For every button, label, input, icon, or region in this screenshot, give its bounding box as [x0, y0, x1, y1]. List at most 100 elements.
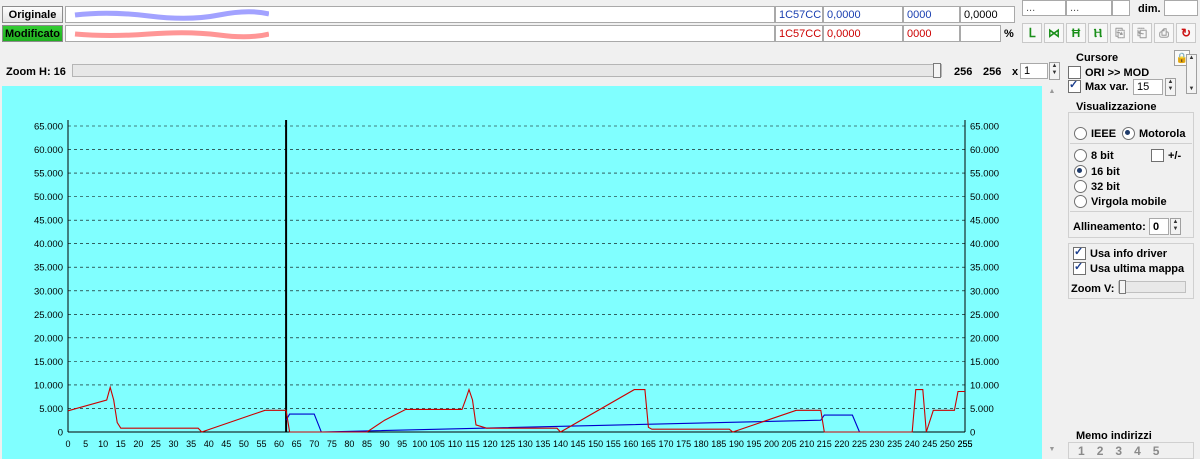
memo-slot-2[interactable]: 2	[1097, 444, 1104, 458]
allineamento-label: Allineamento:	[1073, 221, 1146, 233]
zoom-v-thumb[interactable]	[1119, 280, 1126, 294]
vis-divider-1	[1070, 143, 1192, 144]
x-tick-label: 180	[694, 439, 709, 449]
dual-icon[interactable]: Ⲏ	[1088, 23, 1108, 43]
ori-mod-checkbox[interactable]: ORI >> MOD	[1068, 66, 1149, 79]
import-icon[interactable]: ⎙	[1154, 23, 1174, 43]
max-var-label: Max var.	[1085, 80, 1129, 93]
x-tick-label: 90	[380, 439, 390, 449]
zoom-h-track[interactable]	[72, 63, 942, 78]
bit16-radio[interactable]: 16 bit	[1074, 165, 1120, 178]
top-right-field-1[interactable]: ...	[1022, 0, 1066, 16]
motorola-label: Motorola	[1139, 127, 1186, 140]
paste-icon[interactable]: ⎗	[1132, 23, 1152, 43]
ieee-radio[interactable]: IEEE	[1074, 127, 1116, 140]
y-tick-label-right: 60.000	[970, 145, 999, 156]
x-tick-label: 15	[116, 439, 126, 449]
max-var-spinner[interactable]: ▲ ▼	[1165, 78, 1176, 96]
x-tick-label: 160	[623, 439, 638, 449]
y-tick-label-right: 55.000	[970, 169, 999, 180]
float-radio-dot[interactable]	[1074, 195, 1087, 208]
float-radio[interactable]: Virgola mobile	[1074, 195, 1167, 208]
bit32-radio[interactable]: 32 bit	[1074, 180, 1120, 193]
bit16-radio-dot[interactable]	[1074, 165, 1087, 178]
bit32-label: 32 bit	[1091, 180, 1120, 193]
memo-slot-4[interactable]: 4	[1134, 444, 1141, 458]
scroll-up-icon[interactable]: ▲	[1044, 88, 1060, 100]
sign-check[interactable]	[1151, 149, 1164, 162]
x-tick-label: 40	[204, 439, 214, 449]
memo-slots: 1 2 3 4 5	[1068, 442, 1194, 459]
x-tick-label: 190	[729, 439, 744, 449]
x-tick-label: 130	[518, 439, 533, 449]
refresh-icon[interactable]: ↻	[1176, 23, 1196, 43]
mod-icon[interactable]: ⋈	[1044, 23, 1064, 43]
dim-field[interactable]	[1164, 0, 1198, 16]
ori-icon[interactable]: ᒪ	[1022, 23, 1042, 43]
y-tick-label-left: 30.000	[34, 286, 63, 297]
memo-slot-1[interactable]: 1	[1078, 444, 1085, 458]
x-tick-label: 45	[221, 439, 231, 449]
x-tick-label: 0	[65, 439, 70, 449]
x-tick-label: 10	[98, 439, 108, 449]
zoom-v-track[interactable]	[1118, 280, 1186, 294]
modificato-name-field[interactable]	[65, 25, 775, 42]
x-tick-label: 230	[870, 439, 885, 449]
ori-mod-label: ORI >> MOD	[1085, 66, 1150, 79]
y-tick-label-left: 0	[58, 428, 63, 439]
x-tick-label: 185	[711, 439, 726, 449]
x-tick-label: 145	[571, 439, 586, 449]
x-tick-label: 210	[799, 439, 814, 449]
usa-info-driver-checkbox[interactable]: Usa info driver	[1073, 245, 1167, 260]
chart-plot[interactable]: 0 05.000 5.00010.000 10.00015.000 15.00020.0…	[2, 86, 1042, 459]
x-tick-label: 150	[588, 439, 603, 449]
mult-input[interactable]: 1	[1020, 63, 1048, 79]
top-right-field-2[interactable]: ...	[1066, 0, 1112, 16]
zoom-h-thumb[interactable]	[933, 63, 941, 78]
mult-label: x	[1012, 66, 1019, 78]
ieee-radio-dot[interactable]	[1074, 127, 1087, 140]
max-var-input[interactable]: 15	[1133, 79, 1163, 95]
y-tick-label-right: 30.000	[970, 286, 999, 297]
chart-scrollbar[interactable]: ▲ ▼	[1044, 86, 1060, 459]
panel-scroll-up[interactable]: ▲ ▼	[1186, 54, 1197, 94]
allineamento-spinner[interactable]: ▲ ▼	[1170, 218, 1181, 235]
memo-slot-5[interactable]: 5	[1153, 444, 1160, 458]
top-right-field-3[interactable]	[1112, 0, 1130, 16]
modificato-button[interactable]: Modificato	[2, 25, 63, 42]
diff-icon[interactable]: Ħ	[1066, 23, 1086, 43]
motorola-radio[interactable]: Motorola	[1122, 127, 1185, 140]
scroll-down-icon[interactable]: ▼	[1044, 446, 1060, 458]
y-tick-label-left: 5.000	[39, 404, 63, 415]
y-tick-label-right: 5.000	[970, 404, 994, 415]
usa-ultima-mappa-checkbox[interactable]: Usa ultima mappa	[1073, 260, 1184, 275]
motorola-radio-dot[interactable]	[1122, 127, 1135, 140]
allineamento-input[interactable]: 0	[1149, 218, 1169, 235]
memo-title: Memo indirizzi	[1076, 430, 1152, 442]
x-tick-label: 65	[292, 439, 302, 449]
sign-checkbox[interactable]: +/-	[1151, 149, 1181, 162]
copy-icon[interactable]: ⎘	[1110, 23, 1130, 43]
x-tick-label: 245	[922, 439, 937, 449]
y-tick-label-right: 45.000	[970, 216, 999, 227]
modificato-percent-input[interactable]	[960, 25, 1001, 42]
ieee-label: IEEE	[1091, 127, 1117, 140]
bit8-radio-dot[interactable]	[1074, 149, 1087, 162]
bit32-radio-dot[interactable]	[1074, 180, 1087, 193]
usa-info-driver-check[interactable]	[1073, 245, 1086, 260]
max-var-check[interactable]	[1068, 78, 1081, 93]
bit8-radio[interactable]: 8 bit	[1074, 149, 1114, 162]
originale-button[interactable]: Originale	[2, 6, 63, 23]
memo-slot-3[interactable]: 3	[1115, 444, 1122, 458]
percent-sign: %	[1004, 28, 1014, 40]
toolbar: ᒪ ⋈ Ħ Ⲏ ⎘ ⎗ ⎙ ↻	[1022, 22, 1198, 44]
x-tick-label: 240	[905, 439, 920, 449]
x-tick-label: 155	[606, 439, 621, 449]
originale-name-field[interactable]	[65, 6, 775, 23]
usa-ultima-mappa-check[interactable]	[1073, 260, 1086, 275]
y-tick-label-left: 25.000	[34, 310, 63, 321]
y-tick-label-right: 65.000	[970, 122, 999, 133]
max-var-checkbox[interactable]: Max var.	[1068, 78, 1129, 93]
mult-spinner[interactable]: ▲ ▼	[1049, 62, 1060, 80]
x-tick-label: 75	[327, 439, 337, 449]
